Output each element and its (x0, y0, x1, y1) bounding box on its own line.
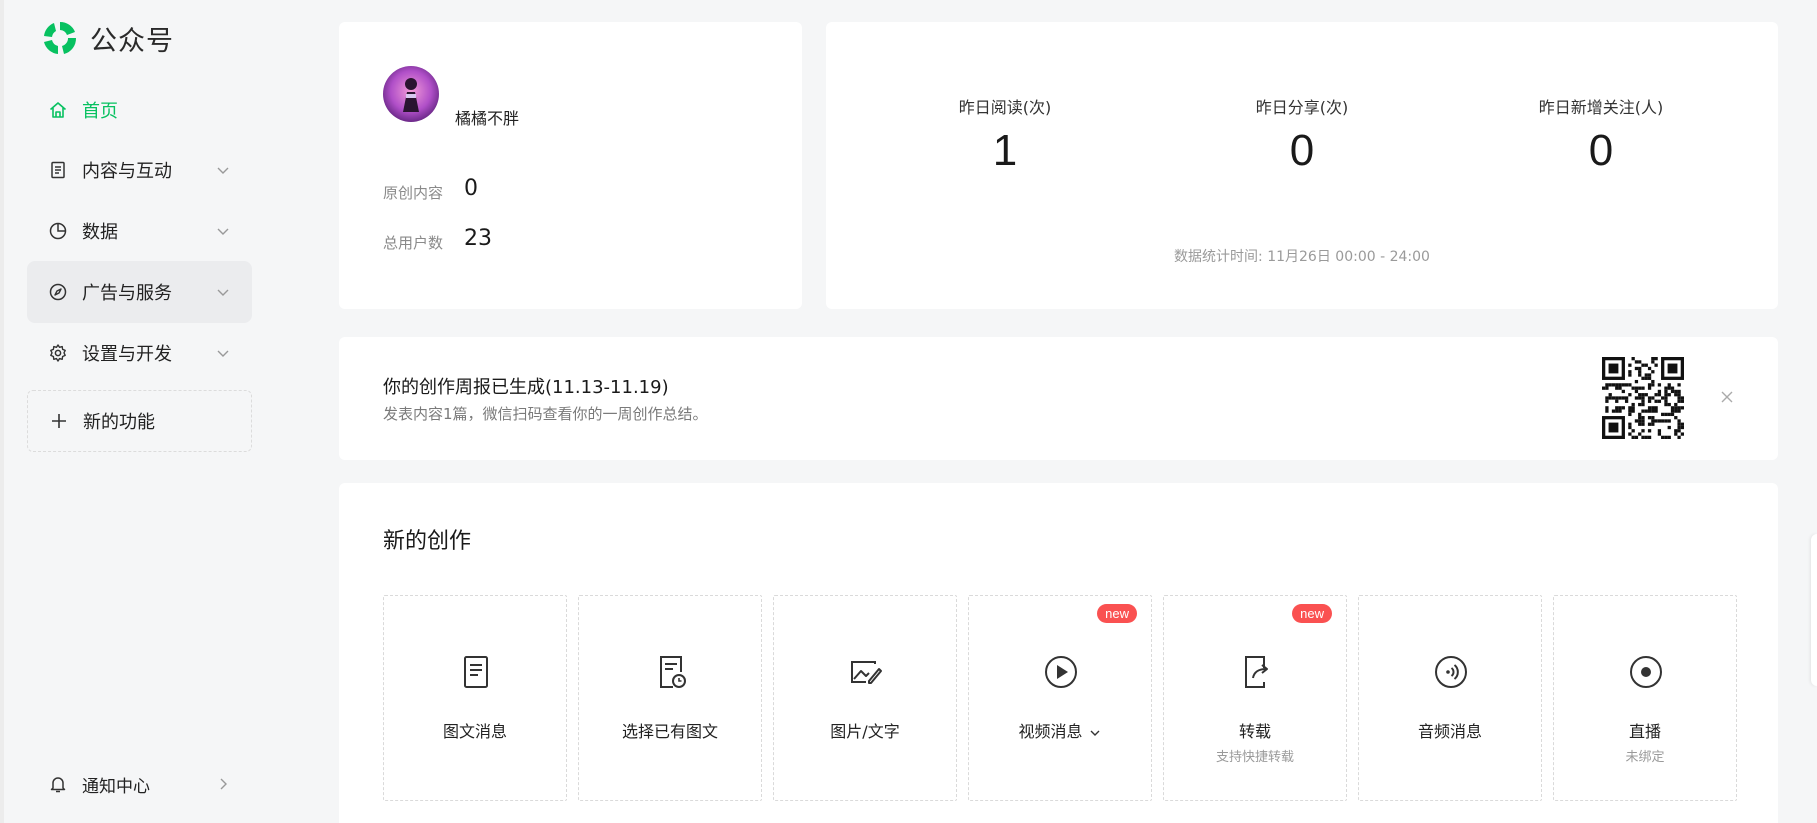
tile-video[interactable]: new 视频消息 (968, 595, 1152, 801)
stat-reads[interactable]: 昨日阅读(次) 1 (875, 94, 1135, 176)
creation-tiles: 图文消息 选择已有图文 图片/文字 new 视频消息 new 转载 支持快捷转载 (383, 595, 1737, 801)
notification-label: 通知中心 (82, 776, 150, 797)
tile-audio[interactable]: 音频消息 (1358, 595, 1542, 801)
compass-icon (47, 281, 69, 303)
tile-label: 图文消息 (442, 722, 507, 741)
tile-label: 转载 (1238, 722, 1271, 741)
brand-name: 公众号 (90, 25, 174, 57)
qr-code-icon (1602, 357, 1684, 439)
audio-icon (1435, 656, 1467, 688)
chevron-down-icon[interactable] (1088, 726, 1102, 740)
sidebar-item-home[interactable]: 首页 (27, 79, 252, 141)
report-subtitle: 发表内容1篇，微信扫码查看你的一周创作总结。 (383, 405, 708, 423)
sidebar-item-label: 首页 (82, 101, 118, 122)
report-title: 你的创作周报已生成(11.13-11.19) (383, 377, 669, 398)
chevron-down-icon (217, 228, 229, 235)
logo[interactable]: 公众号 (40, 18, 174, 58)
document-icon (47, 159, 69, 181)
new-badge: new (1292, 604, 1332, 623)
stat-new-followers[interactable]: 昨日新增关注(人) 0 (1471, 94, 1731, 176)
close-icon[interactable] (1717, 387, 1737, 407)
stat-value: 0 (1588, 126, 1614, 175)
weekly-report-card: 你的创作周报已生成(11.13-11.19) 发表内容1篇，微信扫码查看你的一周… (339, 337, 1778, 460)
tile-label-text: 视频消息 (1018, 722, 1083, 741)
new-feature-label: 新的功能 (83, 412, 155, 433)
tile-sublabel: 未绑定 (1625, 750, 1665, 765)
sidebar: 公众号 首页 内容与互动 数据 广告与服务 设置与开发 新的功能 通知中心 (0, 0, 290, 823)
sidebar-item-label: 内容与互动 (82, 161, 172, 182)
tile-label: 音频消息 (1417, 722, 1482, 741)
sidebar-item-label: 数据 (82, 222, 118, 243)
tile-label: 选择已有图文 (621, 722, 718, 741)
profile-card: 橘橘不胖 原创内容 0 总用户数 23 (339, 22, 802, 309)
tile-repost[interactable]: new 转载 支持快捷转载 (1163, 595, 1347, 801)
stat-shares[interactable]: 昨日分享(次) 0 (1172, 94, 1432, 176)
sidebar-item-label: 设置与开发 (82, 344, 172, 365)
tile-article[interactable]: 图文消息 (383, 595, 567, 801)
chevron-down-icon (217, 289, 229, 296)
chevron-right-icon (220, 778, 227, 790)
stat-label: 昨日分享(次) (1255, 98, 1349, 117)
stat-label: 昨日新增关注(人) (1538, 98, 1664, 117)
video-icon (1045, 656, 1077, 688)
live-icon (1630, 656, 1662, 688)
repost-icon (1245, 656, 1268, 688)
new-creation-card: 新的创作 图文消息 选择已有图文 图片/文字 new 视频消息 new 转载 支… (339, 483, 1778, 823)
image-text-icon (851, 661, 882, 684)
notification-center[interactable]: 通知中心 (27, 764, 252, 804)
chevron-down-icon (217, 350, 229, 357)
total-users-label: 总用户数 (383, 234, 444, 252)
tile-label: 直播 (1628, 722, 1661, 741)
select-article-icon (660, 656, 686, 688)
home-icon (47, 99, 69, 121)
bell-icon (47, 773, 69, 795)
pie-chart-icon (47, 220, 69, 242)
tile-live[interactable]: 直播 未绑定 (1553, 595, 1737, 801)
wechat-official-logo-icon (44, 21, 77, 54)
tile-image-text[interactable]: 图片/文字 (773, 595, 957, 801)
tile-sublabel: 支持快捷转载 (1215, 750, 1294, 765)
sidebar-item-label: 广告与服务 (82, 283, 172, 304)
stat-label: 昨日阅读(次) (958, 98, 1052, 117)
plus-icon (48, 410, 70, 432)
stats-card: 昨日阅读(次) 1 昨日分享(次) 0 昨日新增关注(人) 0 数据统计时间: … (826, 22, 1778, 309)
new-feature-button[interactable]: 新的功能 (27, 390, 252, 452)
gear-icon (47, 342, 69, 364)
floating-side-tab[interactable] (1811, 534, 1817, 686)
article-icon (464, 656, 488, 688)
stats-time-range: 数据统计时间: 11月26日 00:00 - 24:00 (1174, 249, 1430, 265)
section-title: 新的创作 (383, 529, 472, 554)
sidebar-item-data[interactable]: 数据 (27, 200, 252, 262)
tile-label: 图片/文字 (830, 722, 900, 741)
original-content-label: 原创内容 (383, 184, 444, 202)
sidebar-item-content[interactable]: 内容与互动 (27, 139, 252, 201)
new-badge: new (1097, 604, 1137, 623)
avatar[interactable] (383, 66, 439, 122)
original-content-value: 0 (464, 176, 478, 201)
tile-label: 视频消息 (969, 718, 1151, 742)
sidebar-item-ads-services[interactable]: 广告与服务 (27, 261, 252, 323)
sidebar-item-settings[interactable]: 设置与开发 (27, 322, 252, 384)
stat-value: 1 (992, 126, 1018, 175)
account-name: 橘橘不胖 (455, 109, 520, 128)
chevron-down-icon (217, 167, 229, 174)
tile-select-article[interactable]: 选择已有图文 (578, 595, 762, 801)
stat-value: 0 (1289, 126, 1315, 175)
total-users-value: 23 (464, 226, 492, 251)
